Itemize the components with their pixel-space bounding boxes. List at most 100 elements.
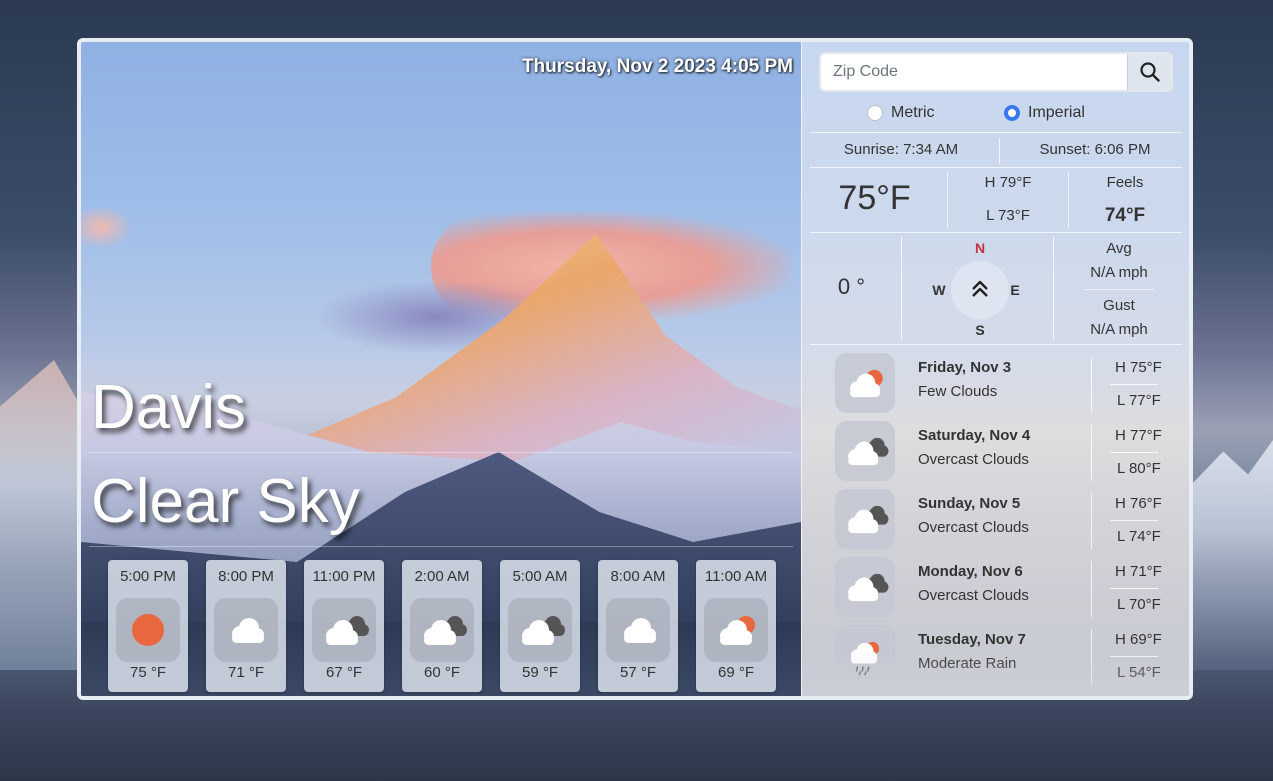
city-name: Davis — [91, 373, 247, 442]
weather-scene: Thursday, Nov 2 2023 4:05 PM Davis Clear… — [81, 42, 801, 696]
hour-time: 5:00 PM — [120, 568, 176, 585]
forecast-low: L 54°F — [1117, 664, 1161, 681]
metric-label: Metric — [891, 104, 935, 121]
hour-temp: 71 °F — [227, 664, 264, 681]
current-datetime: Thursday, Nov 2 2023 4:05 PM — [521, 56, 793, 77]
forecast-condition: Overcast Clouds — [918, 587, 1029, 604]
wind-avg-label: Avg — [1106, 240, 1132, 257]
search-button[interactable] — [1127, 54, 1171, 90]
forecast-day: Friday, Nov 3 — [918, 359, 1012, 376]
imperial-radio[interactable]: Imperial — [1004, 104, 1085, 122]
forecast-low: L 74°F — [1117, 528, 1161, 545]
hour-temp: 67 °F — [325, 664, 362, 681]
overcast-cloud-icon — [848, 573, 889, 602]
divider — [1084, 289, 1154, 290]
forecast-day: Sunday, Nov 5 — [918, 495, 1021, 512]
metric-radio[interactable]: Metric — [867, 104, 935, 122]
zip-search — [819, 52, 1173, 92]
hour-time: 11:00 AM — [704, 568, 768, 585]
divider — [89, 452, 793, 453]
imperial-label: Imperial — [1028, 104, 1085, 121]
hourly-card: 5:00 AM 59 °F — [500, 560, 580, 692]
hourly-card: 11:00 PM 67 °F — [304, 560, 384, 692]
cloud-icon — [232, 618, 264, 643]
hourly-card: 8:00 PM 71 °F — [206, 560, 286, 692]
rain-icon — [850, 641, 880, 676]
forecast-condition: Moderate Rain — [918, 655, 1017, 672]
forecast-day: Saturday, Nov 4 — [918, 427, 1031, 444]
compass-north: N — [974, 240, 986, 256]
compass-west: W — [932, 282, 946, 298]
forecast-high: H 75°F — [1115, 359, 1162, 376]
sunrise-time: Sunrise: 7:34 AM — [843, 141, 959, 158]
forecast-low: L 80°F — [1117, 460, 1161, 477]
unit-toggle: Metric Imperial — [802, 102, 1189, 128]
overcast-cloud-icon — [848, 505, 889, 534]
few-clouds-icon — [850, 369, 883, 398]
current-condition: Clear Sky — [91, 467, 360, 536]
hour-temp: 60 °F — [423, 664, 460, 681]
daily-forecast-row: Saturday, Nov 4 Overcast Clouds H 77°F L… — [802, 415, 1189, 483]
compass-south: S — [975, 322, 985, 338]
forecast-high: H 77°F — [1115, 427, 1162, 444]
wind-avg-value: N/A mph — [1090, 264, 1148, 281]
overcast-cloud-icon — [424, 616, 467, 645]
divider — [810, 132, 1182, 133]
wind-gust-value: N/A mph — [1090, 321, 1148, 338]
hour-time: 2:00 AM — [414, 568, 470, 585]
divider — [810, 344, 1182, 345]
few-clouds-icon — [720, 616, 755, 645]
daily-forecast-row: Friday, Nov 3 Few Clouds H 75°F L 77°F — [802, 347, 1189, 415]
forecast-high: H 71°F — [1115, 563, 1162, 580]
hourly-card: 11:00 AM 69 °F — [696, 560, 776, 692]
daily-forecast-row: Monday, Nov 6 Overcast Clouds H 71°F L 7… — [802, 551, 1189, 619]
cloud-icon — [624, 618, 656, 643]
feels-value: 74°F — [1104, 205, 1146, 226]
daily-forecast-row: Sunday, Nov 5 Overcast Clouds H 76°F L 7… — [802, 483, 1189, 551]
forecast-condition: Few Clouds — [918, 383, 998, 400]
forecast-high: H 69°F — [1115, 631, 1162, 648]
divider — [810, 167, 1182, 168]
weather-card: Thursday, Nov 2 2023 4:05 PM Davis Clear… — [77, 38, 1193, 700]
daily-forecast-row: Tuesday, Nov 7 Moderate Rain H 69°F L 54… — [802, 619, 1189, 687]
hourly-forecast: 5:00 PM 75 °F 8:00 PM 71 °F 11:00 PM 67 … — [108, 560, 778, 692]
overcast-cloud-icon — [326, 616, 369, 645]
forecast-low: L 70°F — [1117, 596, 1161, 613]
forecast-day: Monday, Nov 6 — [918, 563, 1023, 580]
today-low: L 73°F — [986, 207, 1030, 224]
hour-time: 5:00 AM — [512, 568, 568, 585]
overcast-cloud-icon — [522, 616, 565, 645]
feels-label: Feels — [1106, 174, 1144, 191]
hourly-card: 5:00 PM 75 °F — [108, 560, 188, 692]
hourly-card: 2:00 AM 60 °F — [402, 560, 482, 692]
divider — [810, 232, 1182, 233]
hourly-card: 8:00 AM 57 °F — [598, 560, 678, 692]
zip-code-input[interactable] — [821, 54, 1129, 90]
divider — [89, 546, 793, 547]
background-mountain-right — [1190, 440, 1273, 670]
metric-radio-dot[interactable] — [867, 105, 883, 121]
hour-temp: 59 °F — [521, 664, 558, 681]
search-icon — [1139, 62, 1160, 82]
sun-icon — [132, 614, 164, 646]
details-panel: Metric Imperial Sunrise: 7:34 AM Sunset:… — [801, 42, 1189, 696]
hour-time: 8:00 PM — [218, 568, 274, 585]
divider — [901, 236, 902, 340]
hour-time: 8:00 AM — [610, 568, 666, 585]
today-high: H 79°F — [984, 174, 1032, 191]
forecast-condition: Overcast Clouds — [918, 519, 1029, 536]
overcast-cloud-icon — [848, 437, 889, 466]
compass-east: E — [1010, 282, 1020, 298]
forecast-low: L 77°F — [1117, 392, 1161, 409]
hour-temp: 57 °F — [619, 664, 656, 681]
wind-degrees: 0 ° — [837, 274, 866, 299]
imperial-radio-dot[interactable] — [1004, 105, 1020, 121]
current-temp: 75°F — [838, 179, 911, 217]
wind-gust-label: Gust — [1103, 297, 1135, 314]
hour-time: 11:00 PM — [312, 568, 376, 585]
forecast-condition: Overcast Clouds — [918, 451, 1029, 468]
hour-temp: 69 °F — [717, 664, 754, 681]
hour-temp: 75 °F — [129, 664, 166, 681]
sunset-time: Sunset: 6:06 PM — [1039, 141, 1151, 158]
wind-direction-arrow-icon — [972, 280, 988, 297]
